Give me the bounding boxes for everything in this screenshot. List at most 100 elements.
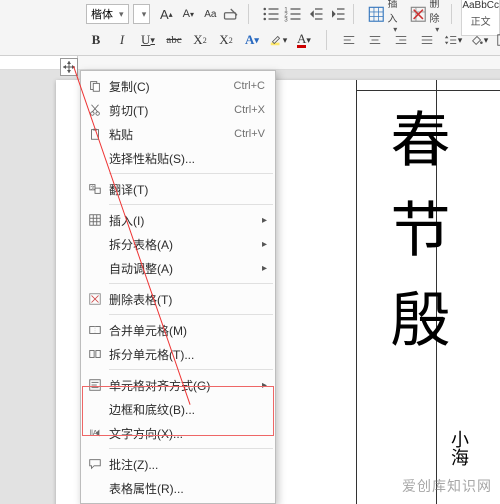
chevron-down-icon: ▾ bbox=[254, 35, 259, 46]
annotation-highlight-box bbox=[82, 386, 274, 436]
outdent-button[interactable] bbox=[305, 4, 325, 24]
line-spacing-button[interactable]: ▾ bbox=[443, 30, 463, 50]
ctx-label: 翻译(T) bbox=[109, 181, 275, 198]
align-right-button[interactable] bbox=[391, 30, 411, 50]
ctx-table-props[interactable]: 表格属性(R)... bbox=[81, 476, 275, 500]
bullets-button[interactable] bbox=[261, 4, 281, 24]
ctx-copy[interactable]: 复制(C) Ctrl+C bbox=[81, 74, 275, 98]
bullets-icon bbox=[261, 4, 281, 24]
indent-button[interactable] bbox=[327, 4, 347, 24]
ribbon-row-2: B I U▾ abc X2 X2 A▾ ▾ A▾ ▾ ▾ ▾ bbox=[0, 28, 500, 52]
outdent-icon bbox=[305, 4, 325, 24]
paint-bucket-icon bbox=[470, 33, 484, 47]
table-icon bbox=[88, 213, 102, 227]
chevron-down-icon: ▾ bbox=[306, 35, 311, 46]
borders-button[interactable]: ▾ bbox=[495, 30, 500, 50]
separator bbox=[109, 314, 273, 315]
submenu-arrow-icon: ▸ bbox=[262, 215, 267, 226]
submenu-arrow-icon: ▸ bbox=[262, 263, 267, 274]
comment-icon bbox=[88, 457, 102, 471]
align-left-button[interactable] bbox=[339, 30, 359, 50]
ctx-label: 自动调整(A) bbox=[109, 260, 275, 277]
bold-button[interactable]: B bbox=[86, 30, 106, 50]
ctx-comment[interactable]: 批注(Z)... bbox=[81, 452, 275, 476]
merge-cells-icon bbox=[88, 323, 102, 337]
decrease-font-button[interactable]: A▾ bbox=[178, 4, 198, 24]
style-sample: AaBbCc bbox=[462, 0, 499, 11]
ctx-label: 删除表格(T) bbox=[109, 291, 275, 308]
superscript-button[interactable]: X2 bbox=[216, 30, 236, 50]
ctx-delete-table[interactable]: 删除表格(T) bbox=[81, 287, 275, 311]
submenu-arrow-icon: ▸ bbox=[262, 239, 267, 250]
ctx-label: 插入(I) bbox=[109, 212, 275, 229]
delete-table-icon bbox=[88, 292, 102, 306]
font-name-value: 楷体 bbox=[91, 6, 113, 22]
borders-icon bbox=[496, 33, 500, 47]
svg-text:3: 3 bbox=[284, 17, 288, 24]
align-right-icon bbox=[394, 33, 408, 47]
ctx-shortcut: Ctrl+X bbox=[234, 104, 265, 116]
split-cells-icon bbox=[88, 347, 102, 361]
ctx-insert[interactable]: 插入(I) ▸ bbox=[81, 208, 275, 232]
ctx-merge-cells[interactable]: 合并单元格(M) bbox=[81, 318, 275, 342]
separator bbox=[326, 30, 327, 50]
table-border bbox=[356, 90, 500, 91]
align-justify-icon bbox=[420, 33, 434, 47]
highlight-button[interactable]: ▾ bbox=[268, 30, 288, 50]
align-left-icon bbox=[342, 33, 356, 47]
ctx-autofit[interactable]: 自动调整(A) ▸ bbox=[81, 256, 275, 280]
italic-button[interactable]: I bbox=[112, 30, 132, 50]
context-menu: 复制(C) Ctrl+C 剪切(T) Ctrl+X 粘贴 Ctrl+V 选择性粘… bbox=[80, 70, 276, 504]
svg-text:文: 文 bbox=[91, 184, 96, 191]
increase-font-button[interactable]: A▴ bbox=[156, 4, 176, 24]
ribbon: 楷体 ▾ ▾ A▴ A▾ Aa 123 bbox=[0, 0, 500, 56]
clear-formatting-button[interactable] bbox=[222, 4, 242, 24]
ctx-split-cells[interactable]: 拆分单元格(T)... bbox=[81, 342, 275, 366]
ctx-paste[interactable]: 粘贴 Ctrl+V bbox=[81, 122, 275, 146]
watermark: 爱创库知识网 bbox=[402, 476, 492, 496]
align-center-button[interactable] bbox=[365, 30, 385, 50]
document-text-column-1[interactable]: 春节殷 bbox=[372, 108, 459, 378]
chevron-down-icon: ▾ bbox=[283, 35, 288, 46]
separator bbox=[109, 283, 273, 284]
table-insert-icon bbox=[367, 2, 386, 26]
ctx-label: 选择性粘贴(S)... bbox=[109, 150, 275, 167]
align-justify-button[interactable] bbox=[417, 30, 437, 50]
delete-label: 删除 bbox=[430, 0, 445, 25]
ctx-label: 表格属性(R)... bbox=[109, 480, 275, 497]
highlight-icon bbox=[269, 33, 283, 47]
copy-icon bbox=[88, 79, 102, 93]
separator bbox=[109, 204, 273, 205]
ribbon-row-1: 楷体 ▾ ▾ A▴ A▾ Aa 123 bbox=[0, 2, 500, 26]
chevron-down-icon: ▾ bbox=[142, 9, 147, 20]
font-name-select[interactable]: 楷体 ▾ bbox=[86, 4, 129, 24]
font-color-button[interactable]: A▾ bbox=[294, 30, 314, 50]
table-border bbox=[356, 80, 357, 504]
change-case-button[interactable]: Aa bbox=[200, 4, 220, 24]
ctx-label: 合并单元格(M) bbox=[109, 322, 275, 339]
chevron-down-icon: ▾ bbox=[119, 9, 124, 20]
underline-button[interactable]: U▾ bbox=[138, 30, 158, 50]
translate-icon: 文 bbox=[88, 182, 102, 196]
chevron-down-icon: ▾ bbox=[458, 35, 463, 46]
text-effects-button[interactable]: A▾ bbox=[242, 30, 262, 50]
ctx-paste-special[interactable]: 选择性粘贴(S)... bbox=[81, 146, 275, 170]
ctx-cut[interactable]: 剪切(T) Ctrl+X bbox=[81, 98, 275, 122]
strikethrough-button[interactable]: abc bbox=[164, 30, 184, 50]
ctx-label: 批注(Z)... bbox=[109, 456, 275, 473]
chevron-down-icon: ▾ bbox=[150, 35, 155, 46]
font-size-select[interactable]: ▾ bbox=[133, 4, 151, 24]
align-center-icon bbox=[368, 33, 382, 47]
document-text-column-2[interactable]: 小海 bbox=[446, 430, 472, 466]
numbering-icon: 123 bbox=[283, 4, 303, 24]
ctx-shortcut: Ctrl+V bbox=[234, 128, 265, 140]
numbering-button[interactable]: 123 bbox=[283, 4, 303, 24]
subscript-button[interactable]: X2 bbox=[190, 30, 210, 50]
separator bbox=[109, 448, 273, 449]
ctx-split-table[interactable]: 拆分表格(A) ▸ bbox=[81, 232, 275, 256]
indent-icon bbox=[327, 4, 347, 24]
shading-button[interactable]: ▾ bbox=[469, 30, 489, 50]
ctx-translate[interactable]: 文 翻译(T) bbox=[81, 177, 275, 201]
style-caption: 正文 bbox=[471, 13, 491, 28]
ctx-label: 拆分单元格(T)... bbox=[109, 346, 275, 363]
